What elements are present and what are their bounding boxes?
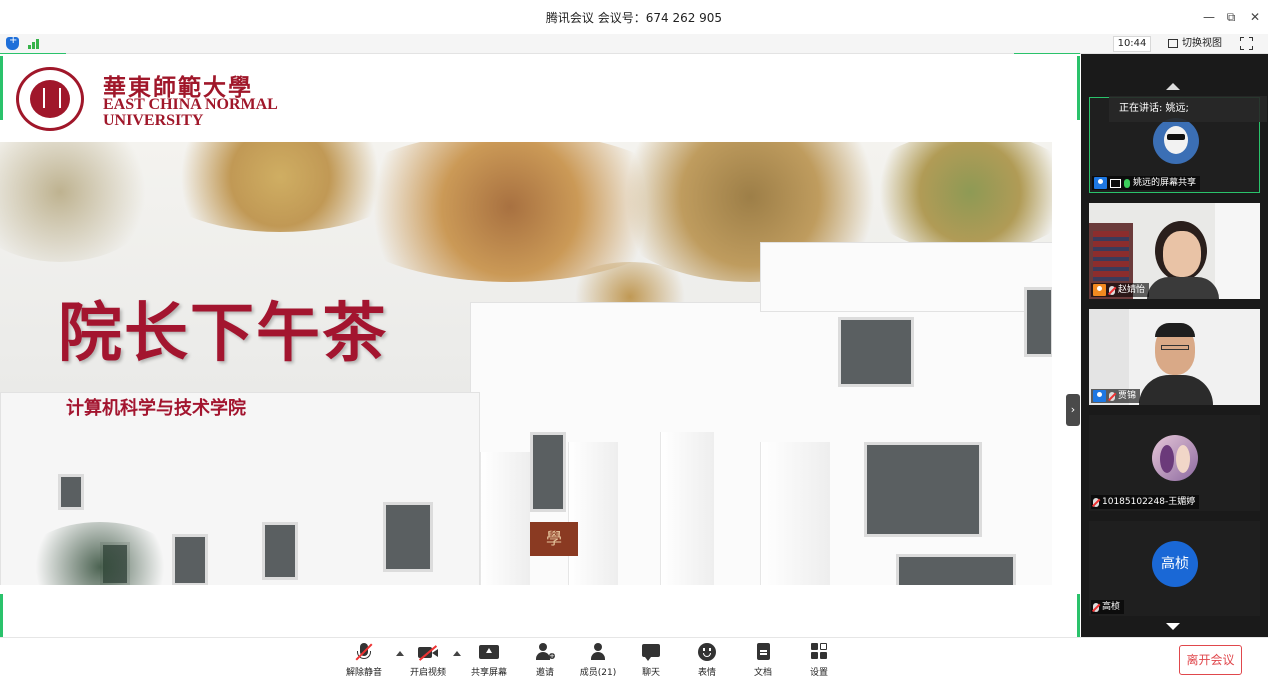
switch-view-icon [1168,39,1178,48]
signal-strength-icon[interactable] [28,39,42,49]
minimize-button[interactable]: — [1200,8,1218,26]
invite-label: 邀请 [535,668,554,678]
restore-button[interactable]: ⧉ [1222,8,1240,26]
plaque: 學 [530,522,578,556]
chat-label: 聊天 [641,668,660,678]
grid-settings-icon [809,643,829,661]
university-seal-logo [16,67,84,131]
switch-view-button[interactable]: 切换视图 [1166,36,1222,52]
meeting-clock: 10:44 [1113,36,1151,52]
text-avatar: 高桢 [1152,541,1198,587]
participant-tile[interactable]: 贾锦 [1089,309,1260,405]
anime-avatar [1152,435,1198,481]
focus-border [0,594,3,637]
mic-on-icon [1124,178,1130,188]
dog-avatar [1153,118,1199,164]
document-icon [753,643,773,661]
invite-button[interactable]: + 邀请 [519,643,571,681]
reactions-label: 表情 [697,668,716,678]
unmute-button[interactable]: 解除静音 [338,643,390,681]
participant-name: 高桢 [1102,602,1121,612]
focus-border [0,56,3,120]
smiley-icon [697,643,717,661]
switch-view-label: 切换视图 [1182,38,1222,49]
members-icon [588,643,608,661]
share-screen-label: 共享屏幕 [470,668,507,678]
video-options-caret-icon[interactable] [453,651,461,656]
add-person-icon: + [535,643,555,661]
members-label: 成员(21) [579,668,617,678]
shared-screen[interactable]: 華東師範大學 EAST CHINA NORMAL UNIVERSITY 學 院长… [0,54,1081,637]
scroll-down-arrow-icon[interactable] [1166,623,1180,630]
university-name-en-line2: UNIVERSITY [103,112,204,129]
scroll-up-arrow-icon[interactable] [1166,83,1180,90]
meeting-toolbar: 解除静音 开启视频 共享屏幕 + 邀请 成员(21) 聊天 表情 文档 设置 离… [0,637,1268,682]
participant-name: 姚远的屏幕共享 [1133,178,1197,188]
person-icon [1094,177,1107,189]
campus-building-photo: 學 院长下午茶 计算机科学与技术学院 [0,142,1052,585]
speaking-indicator: 正在讲话: 姚远; [1109,96,1267,122]
participant-tile[interactable]: 高桢 高桢 [1089,521,1260,616]
settings-label: 设置 [809,668,828,678]
mic-muted-icon [1093,602,1099,612]
participant-panel: 姚远的屏幕共享 赵婧怡 贾锦 10185102248-王媚婷 高桢 高桢 [1081,54,1268,637]
start-video-label: 开启视频 [409,668,446,678]
person-icon [1093,390,1106,402]
close-button[interactable]: ✕ [1246,8,1264,26]
mic-muted-icon [1109,391,1115,401]
screen-share-icon [1110,178,1121,188]
chat-button[interactable]: 聊天 [625,643,677,681]
share-screen-button[interactable]: 共享屏幕 [463,643,515,681]
collapse-panel-chevron-icon[interactable]: › [1066,394,1080,426]
focus-border [1077,594,1080,637]
window-title: 腾讯会议 会议号：674 262 905 [545,11,723,25]
participant-name: 10185102248-王媚婷 [1102,497,1196,507]
title-bar: 腾讯会议 会议号：674 262 905 — ⧉ ✕ [0,0,1268,34]
security-shield-icon[interactable] [6,35,19,50]
participant-name: 赵婧怡 [1118,285,1146,295]
camera-off-icon [418,643,438,661]
mic-muted-icon [354,643,374,661]
focus-border [1077,56,1080,120]
participant-label: 贾锦 [1091,389,1141,403]
participant-name: 贾锦 [1118,391,1137,401]
members-button[interactable]: 成员(21) [572,643,624,681]
participant-tile[interactable]: 赵婧怡 [1089,203,1260,299]
share-screen-icon [479,643,499,661]
start-video-button[interactable]: 开启视频 [402,643,454,681]
chat-bubble-icon [641,643,661,661]
mic-muted-icon [1109,285,1115,295]
unmute-label: 解除静音 [345,668,382,678]
slide-main-title: 院长下午茶 [58,297,388,371]
participant-tile[interactable]: 10185102248-王媚婷 [1089,415,1260,511]
status-bar: 10:44 切换视图 [0,34,1268,55]
fullscreen-icon[interactable] [1240,37,1253,50]
participant-label: 姚远的屏幕共享 [1092,176,1201,190]
participant-label: 高桢 [1091,600,1125,614]
participant-label: 10185102248-王媚婷 [1091,495,1200,509]
slide-subtitle: 计算机科学与技术学院 [66,398,246,419]
docs-label: 文档 [753,668,772,678]
docs-button[interactable]: 文档 [737,643,789,681]
participant-label: 赵婧怡 [1091,283,1150,297]
reactions-button[interactable]: 表情 [681,643,733,681]
settings-button[interactable]: 设置 [793,643,845,681]
person-icon [1093,284,1106,296]
mic-muted-icon [1093,497,1099,507]
leave-meeting-button[interactable]: 离开会议 [1179,645,1242,675]
